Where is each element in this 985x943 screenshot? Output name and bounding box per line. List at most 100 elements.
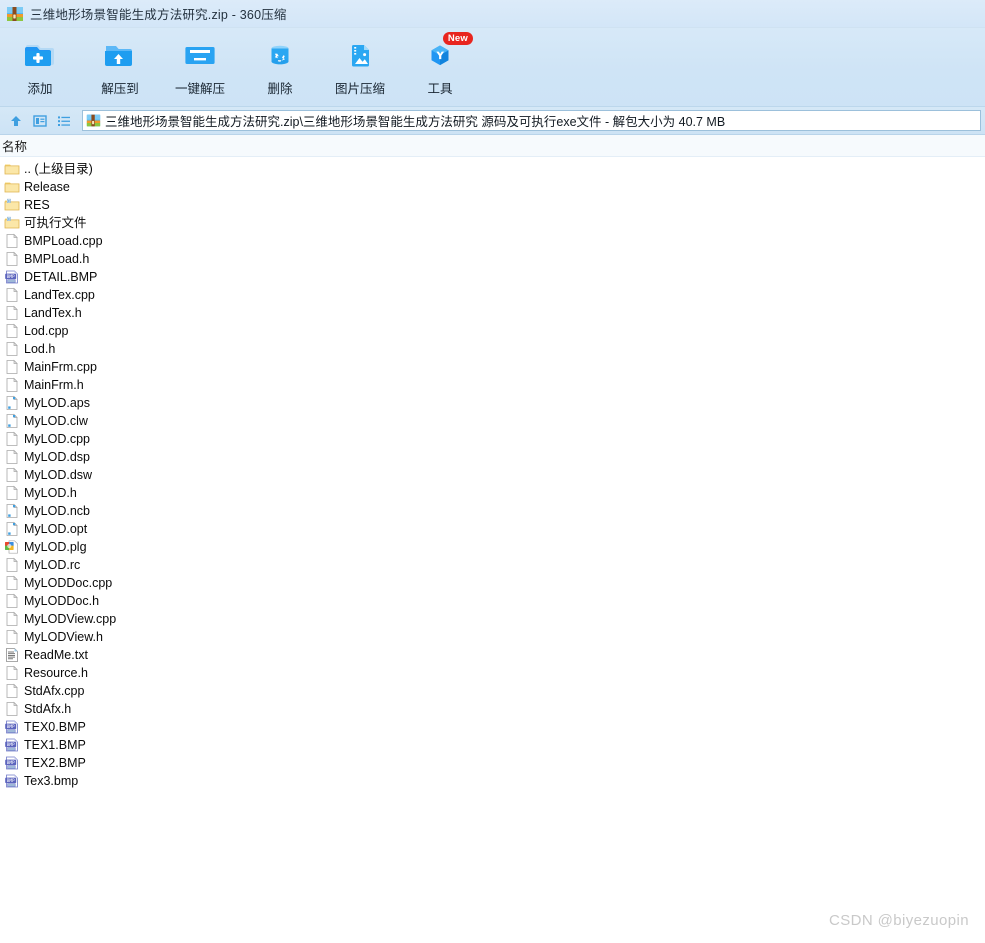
folder-icon bbox=[4, 161, 20, 177]
watermark: CSDN @biyezuopin bbox=[828, 912, 969, 929]
svg-text:BMP: BMP bbox=[7, 724, 15, 730]
file-row[interactable]: LandTex.cpp bbox=[0, 286, 985, 304]
file-row[interactable]: MyLOD.clw bbox=[0, 412, 985, 430]
file-blank-icon bbox=[4, 233, 20, 249]
toolbar-button-add[interactable]: 添加 bbox=[0, 36, 80, 97]
folder-add-icon bbox=[21, 36, 59, 74]
file-row[interactable]: MainFrm.cpp bbox=[0, 358, 985, 376]
toolbar-button-extract-to[interactable]: 解压到 bbox=[80, 36, 160, 97]
address-bar: 三维地形场景智能生成方法研究.zip\三维地形场景智能生成方法研究 源码及可执行… bbox=[0, 107, 985, 135]
file-row[interactable]: MyLODDoc.cpp bbox=[0, 574, 985, 592]
file-row[interactable]: MyLOD.cpp bbox=[0, 430, 985, 448]
file-blank-icon bbox=[4, 359, 20, 375]
file-row[interactable]: StdAfx.h bbox=[0, 700, 985, 718]
folder-icon bbox=[4, 179, 20, 195]
file-list[interactable]: .. (上级目录) Release RES 可执行文件 BMPLoad.cpp BMPLo… bbox=[0, 157, 985, 790]
toolbar-button-image-compress[interactable]: 图片压缩 bbox=[320, 36, 400, 97]
bmp-image-icon: BMP bbox=[4, 773, 20, 789]
path-input[interactable]: 三维地形场景智能生成方法研究.zip\三维地形场景智能生成方法研究 源码及可执行… bbox=[82, 110, 981, 131]
file-name: LandTex.h bbox=[24, 306, 82, 320]
file-row[interactable]: Release bbox=[0, 178, 985, 196]
folder-extract-to-icon bbox=[101, 36, 139, 74]
folder-shortcut-icon bbox=[4, 215, 20, 231]
bmp-image-icon: BMP bbox=[4, 737, 20, 753]
file-row[interactable]: StdAfx.cpp bbox=[0, 682, 985, 700]
file-row[interactable]: Resource.h bbox=[0, 664, 985, 682]
file-row[interactable]: MyLOD.opt bbox=[0, 520, 985, 538]
file-row[interactable]: MyLOD.dsw bbox=[0, 466, 985, 484]
file-name: Release bbox=[24, 180, 70, 194]
file-blank-icon bbox=[4, 377, 20, 393]
column-header-row: 名称 bbox=[0, 135, 985, 157]
toolbar-label: 一键解压 bbox=[174, 82, 225, 96]
file-row[interactable]: LandTex.h bbox=[0, 304, 985, 322]
recycle-bin-icon bbox=[261, 36, 299, 74]
file-name: StdAfx.h bbox=[24, 702, 72, 716]
file-name: RES bbox=[24, 198, 50, 212]
file-row[interactable]: Lod.cpp bbox=[0, 322, 985, 340]
file-row[interactable]: MyLOD.ncb bbox=[0, 502, 985, 520]
file-row[interactable]: MyLODDoc.h bbox=[0, 592, 985, 610]
file-blank-icon bbox=[4, 575, 20, 591]
list-view-icon[interactable] bbox=[52, 110, 76, 132]
file-row[interactable]: BMP TEX1.BMP bbox=[0, 736, 985, 754]
file-name: MyLOD.clw bbox=[24, 414, 88, 428]
file-row[interactable]: BMP TEX0.BMP bbox=[0, 718, 985, 736]
file-name: TEX0.BMP bbox=[24, 720, 86, 734]
file-name: ReadMe.txt bbox=[24, 648, 88, 662]
file-row[interactable]: BMP DETAIL.BMP bbox=[0, 268, 985, 286]
column-header-name[interactable]: 名称 bbox=[2, 136, 27, 155]
file-name: MyLOD.opt bbox=[24, 522, 88, 536]
file-name: MyLODView.h bbox=[24, 630, 103, 644]
file-name: MainFrm.h bbox=[24, 378, 84, 392]
file-row[interactable]: MyLODView.cpp bbox=[0, 610, 985, 628]
file-name: MyLOD.plg bbox=[24, 540, 87, 554]
file-name: BMPLoad.h bbox=[24, 252, 90, 266]
toolbar-button-quick-extract[interactable]: 一键解压 bbox=[160, 36, 240, 97]
file-row[interactable]: BMP TEX2.BMP bbox=[0, 754, 985, 772]
file-name: Lod.h bbox=[24, 342, 56, 356]
file-blank-icon bbox=[4, 449, 20, 465]
path-text: 三维地形场景智能生成方法研究.zip\三维地形场景智能生成方法研究 源码及可执行… bbox=[105, 115, 726, 129]
file-marked-icon bbox=[4, 503, 20, 519]
bmp-image-icon: BMP bbox=[4, 755, 20, 771]
file-row[interactable]: MyLODView.h bbox=[0, 628, 985, 646]
file-row[interactable]: Lod.h bbox=[0, 340, 985, 358]
file-blank-icon bbox=[4, 629, 20, 645]
file-blank-icon bbox=[4, 665, 20, 681]
file-row[interactable]: RES bbox=[0, 196, 985, 214]
toolbar-label: 添加 bbox=[27, 82, 53, 96]
file-row[interactable]: MyLOD.h bbox=[0, 484, 985, 502]
file-row[interactable]: BMPLoad.cpp bbox=[0, 232, 985, 250]
file-blank-icon bbox=[4, 323, 20, 339]
file-row[interactable]: MyLOD.rc bbox=[0, 556, 985, 574]
preview-pane-icon[interactable] bbox=[28, 110, 52, 132]
archive-icon bbox=[6, 5, 24, 23]
file-row[interactable]: BMPLoad.h bbox=[0, 250, 985, 268]
file-row[interactable]: 可执行文件 bbox=[0, 214, 985, 232]
file-row[interactable]: MainFrm.h bbox=[0, 376, 985, 394]
tools-hexagon-icon bbox=[421, 36, 459, 74]
toolbar-label: 工具 bbox=[427, 82, 453, 96]
file-name: StdAfx.cpp bbox=[24, 684, 85, 698]
file-blank-icon bbox=[4, 683, 20, 699]
file-blank-icon bbox=[4, 305, 20, 321]
file-name: MyLOD.cpp bbox=[24, 432, 90, 446]
text-file-icon bbox=[4, 647, 20, 663]
file-name: MyLODView.cpp bbox=[24, 612, 117, 626]
file-row[interactable]: MyLOD.aps bbox=[0, 394, 985, 412]
file-name: TEX1.BMP bbox=[24, 738, 86, 752]
file-row[interactable]: BMP Tex3.bmp bbox=[0, 772, 985, 790]
toolbar-button-delete[interactable]: 删除 bbox=[240, 36, 320, 97]
up-arrow-icon[interactable] bbox=[4, 110, 28, 132]
file-name: Resource.h bbox=[24, 666, 88, 680]
file-blank-icon bbox=[4, 467, 20, 483]
file-name: Lod.cpp bbox=[24, 324, 69, 338]
file-row[interactable]: ReadMe.txt bbox=[0, 646, 985, 664]
file-row[interactable]: MyLOD.plg bbox=[0, 538, 985, 556]
folder-quick-extract-icon bbox=[181, 36, 219, 74]
toolbar-button-tools[interactable]: New 工具 bbox=[400, 32, 480, 97]
file-row[interactable]: .. (上级目录) bbox=[0, 160, 985, 178]
file-name: MyLOD.rc bbox=[24, 558, 81, 572]
file-row[interactable]: MyLOD.dsp bbox=[0, 448, 985, 466]
